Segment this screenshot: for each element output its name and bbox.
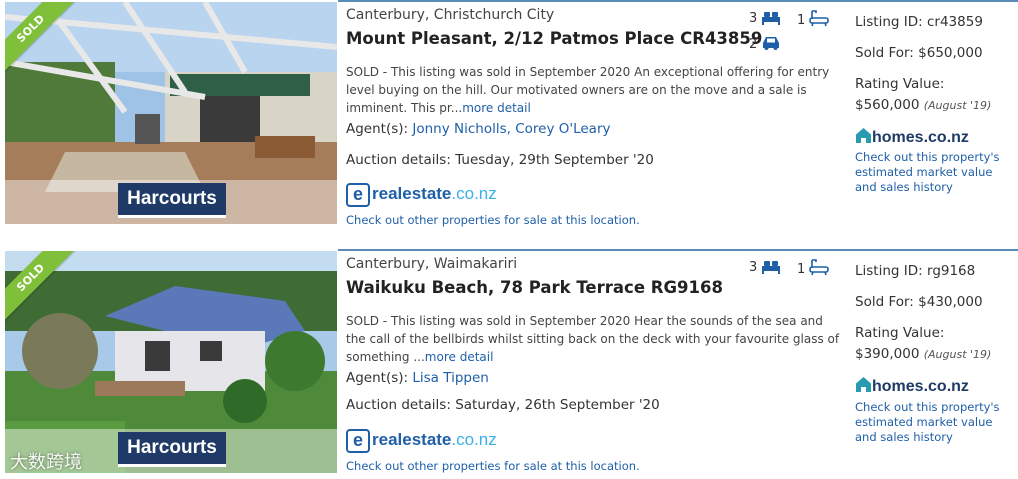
bathrooms-feature: 1 <box>797 258 830 277</box>
agent-names-link[interactable]: Jonny Nicholls, Corey O'Leary <box>412 121 610 137</box>
homes-note-link[interactable]: Check out this property's estimated mark… <box>855 400 1015 445</box>
rating-value: $390,000 <box>855 346 920 362</box>
property-photo[interactable]: SOLD Harcourts <box>5 2 337 224</box>
auction-row: Auction details: Saturday, 26th Septembe… <box>346 397 660 413</box>
bath-icon <box>809 259 830 276</box>
listing-id-value: cr43859 <box>927 14 983 30</box>
sold-for-value: $650,000 <box>918 45 983 61</box>
sold-for-label: Sold For: <box>855 45 914 61</box>
homes-logo[interactable]: homes.co.nz <box>855 127 969 147</box>
auction-date: Tuesday, 29th September '20 <box>455 152 654 168</box>
bathrooms-count: 1 <box>797 262 806 277</box>
listing-card: SOLD Harcourts Canterbury, Christchurch … <box>0 0 1018 230</box>
agency-logo[interactable]: Harcourts <box>118 183 226 218</box>
agent-names-link[interactable]: Lisa Tippen <box>412 370 488 386</box>
bedrooms-feature: 3 <box>749 9 781 26</box>
sold-for-row: Sold For: $650,000 <box>855 45 983 61</box>
realestate-link[interactable]: Check out other properties for sale at t… <box>346 459 640 473</box>
listing-id-label: Listing ID: <box>855 14 923 30</box>
auction-label: Auction details: <box>346 397 451 413</box>
listing-title[interactable]: Mount Pleasant, 2/12 Patmos Place CR4385… <box>346 29 762 48</box>
realestate-wordmark: realestate.co.nz <box>372 430 497 450</box>
divider <box>338 0 1018 2</box>
realestate-link[interactable]: Check out other properties for sale at t… <box>346 213 640 227</box>
watermark: 大数跨境 <box>10 452 82 473</box>
bed-icon <box>762 12 781 25</box>
description-text: SOLD - This listing was sold in Septembe… <box>346 65 830 115</box>
rating-label: Rating Value: <box>855 76 945 92</box>
rating-row: $560,000 (August '19) <box>855 97 991 113</box>
more-detail-link[interactable]: more detail <box>425 350 494 364</box>
homes-house-icon <box>856 128 871 143</box>
homes-house-icon <box>856 377 871 392</box>
agents-row: Agent(s): Lisa Tippen <box>346 370 489 386</box>
rating-label: Rating Value: <box>855 325 945 341</box>
listing-id-value: rg9168 <box>927 263 976 279</box>
rating-value: $560,000 <box>855 97 920 113</box>
bedrooms-count: 3 <box>749 260 758 275</box>
listing-id-label: Listing ID: <box>855 263 923 279</box>
more-detail-link[interactable]: more detail <box>462 101 531 115</box>
rating-row: $390,000 (August '19) <box>855 346 991 362</box>
sold-for-value: $430,000 <box>918 294 983 310</box>
sold-for-label: Sold For: <box>855 294 914 310</box>
realestate-tld: .co.nz <box>451 184 497 203</box>
bathrooms-feature: 1 <box>797 9 830 28</box>
listing-description: SOLD - This listing was sold in Septembe… <box>346 63 840 117</box>
listing-region: Canterbury, Christchurch City <box>346 7 555 23</box>
homes-logo[interactable]: homes.co.nz <box>855 376 969 396</box>
bedrooms-feature: 3 <box>749 258 781 275</box>
divider <box>338 249 1018 251</box>
rating-date: (August '19) <box>923 348 992 361</box>
auction-label: Auction details: <box>346 152 451 168</box>
listing-id-row: Listing ID: rg9168 <box>855 263 975 279</box>
bed-icon <box>762 261 781 274</box>
listing-id-row: Listing ID: cr43859 <box>855 14 983 30</box>
listing-card: SOLD Harcourts Canterbury, Waimakariri W… <box>0 249 1018 479</box>
realestate-tld: .co.nz <box>451 430 497 449</box>
car-icon <box>763 37 780 50</box>
sold-for-row: Sold For: $430,000 <box>855 294 983 310</box>
garages-count: 2 <box>749 37 758 52</box>
garages-feature: 2 <box>749 35 781 52</box>
realestate-e-icon: e <box>346 429 370 453</box>
realestate-e-icon: e <box>346 183 370 207</box>
rating-date: (August '19) <box>923 99 992 112</box>
listing-title[interactable]: Waikuku Beach, 78 Park Terrace RG9168 <box>346 278 723 297</box>
agents-row: Agent(s): Jonny Nicholls, Corey O'Leary <box>346 121 610 137</box>
realestate-brand: realestate <box>372 184 452 203</box>
property-photo[interactable]: SOLD Harcourts <box>5 251 337 473</box>
bath-icon <box>809 10 830 27</box>
listing-description: SOLD - This listing was sold in Septembe… <box>346 312 840 366</box>
bedrooms-count: 3 <box>749 11 758 26</box>
auction-date: Saturday, 26th September '20 <box>455 397 660 413</box>
homes-wordmark: homes.co.nz <box>872 378 969 395</box>
agents-label: Agent(s): <box>346 370 409 386</box>
auction-row: Auction details: Tuesday, 29th September… <box>346 152 654 168</box>
homes-note-link[interactable]: Check out this property's estimated mark… <box>855 150 1015 195</box>
realestate-wordmark: realestate.co.nz <box>372 184 497 204</box>
agents-label: Agent(s): <box>346 121 409 137</box>
bathrooms-count: 1 <box>797 13 806 28</box>
listing-region: Canterbury, Waimakariri <box>346 256 518 272</box>
realestate-brand: realestate <box>372 430 452 449</box>
description-text: SOLD - This listing was sold in Septembe… <box>346 314 840 364</box>
homes-wordmark: homes.co.nz <box>872 129 969 146</box>
agency-logo[interactable]: Harcourts <box>118 432 226 467</box>
